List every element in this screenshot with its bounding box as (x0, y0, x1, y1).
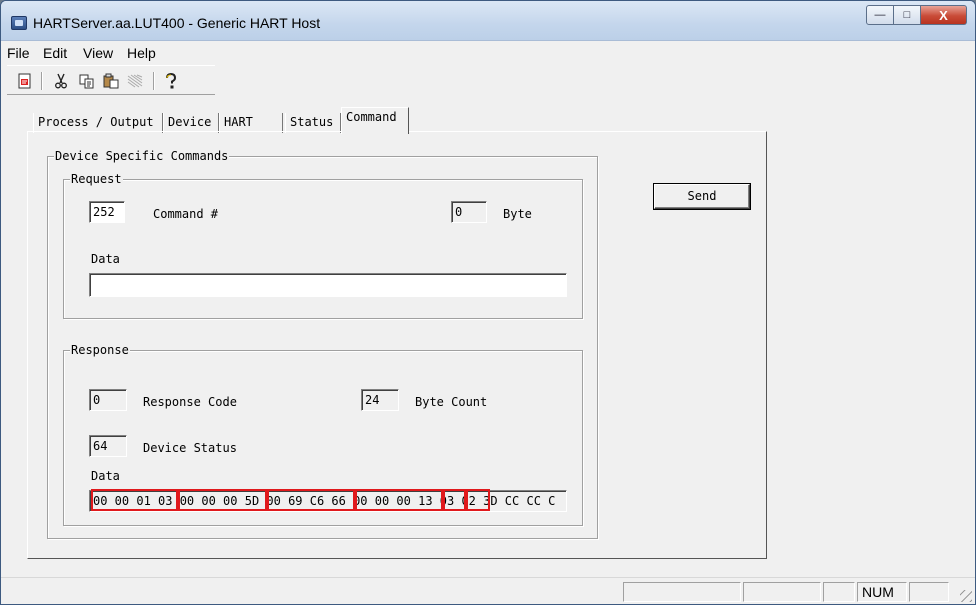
tab-device[interactable]: Device (163, 113, 219, 133)
response-code-field: 0 (89, 389, 127, 411)
device-specific-commands-title: Device Specific Commands (54, 148, 230, 164)
menu-help[interactable]: Help (127, 45, 156, 61)
response-code-label: Response Code (143, 395, 237, 409)
num-lock-indicator: NUM (857, 582, 907, 602)
cut-icon[interactable] (51, 71, 71, 91)
byte-field: 0 (451, 201, 487, 223)
device-status-label: Device Status (143, 441, 237, 455)
response-data-row: 00 00 01 03 00 00 00 5D 00 69 C6 66 00 0… (89, 489, 567, 513)
main-window: HARTServer.aa.LUT400 - Generic HART Host… (0, 0, 976, 605)
highlight-box (178, 489, 267, 511)
highlight-box (355, 489, 443, 511)
status-pane (743, 582, 821, 602)
toolbar (7, 65, 215, 95)
tab-hart[interactable]: HART (219, 113, 283, 133)
caption-buttons: — □ X (866, 5, 967, 25)
resize-grip[interactable] (960, 590, 972, 602)
print-disabled-icon[interactable] (125, 71, 145, 91)
highlight-box (91, 489, 178, 511)
tab-status[interactable]: Status (285, 113, 341, 133)
minimize-button[interactable]: — (866, 5, 894, 25)
highlight-box (466, 489, 490, 511)
response-title: Response (70, 342, 130, 358)
status-pane (823, 582, 855, 602)
maximize-button[interactable]: □ (894, 5, 921, 25)
new-document-icon[interactable] (15, 71, 35, 91)
tab-process-output[interactable]: Process / Output (33, 113, 163, 133)
request-data-label: Data (91, 252, 120, 266)
request-title: Request (70, 171, 123, 187)
window-title: HARTServer.aa.LUT400 - Generic HART Host (33, 15, 321, 31)
menu-file[interactable]: File (7, 45, 30, 61)
command-number-field[interactable]: 252 (89, 201, 125, 223)
byte-label: Byte (503, 207, 532, 221)
status-pane (909, 582, 949, 602)
menu-edit[interactable]: Edit (43, 45, 67, 61)
title-bar[interactable]: HARTServer.aa.LUT400 - Generic HART Host… (1, 1, 975, 41)
request-group: Request (63, 171, 583, 319)
byte-count-label: Byte Count (415, 395, 488, 409)
command-number-label: Command # (153, 207, 219, 221)
send-button[interactable]: Send (654, 184, 750, 209)
response-data-label: Data (91, 469, 120, 483)
app-icon (11, 16, 27, 30)
device-status-field: 64 (89, 435, 127, 457)
close-button[interactable]: X (921, 5, 967, 25)
status-pane (623, 582, 741, 602)
menu-view[interactable]: View (83, 45, 113, 61)
help-icon[interactable] (161, 71, 181, 91)
byte-count-field: 24 (361, 389, 399, 411)
highlight-box (267, 489, 355, 511)
request-data-input[interactable] (89, 273, 567, 297)
status-bar: NUM (1, 577, 975, 604)
highlight-box (443, 489, 466, 511)
menu-bar: File Edit View Help (1, 43, 975, 63)
paste-icon[interactable] (101, 71, 121, 91)
copy-icon[interactable] (77, 71, 97, 91)
tab-command[interactable]: Command (341, 107, 409, 134)
